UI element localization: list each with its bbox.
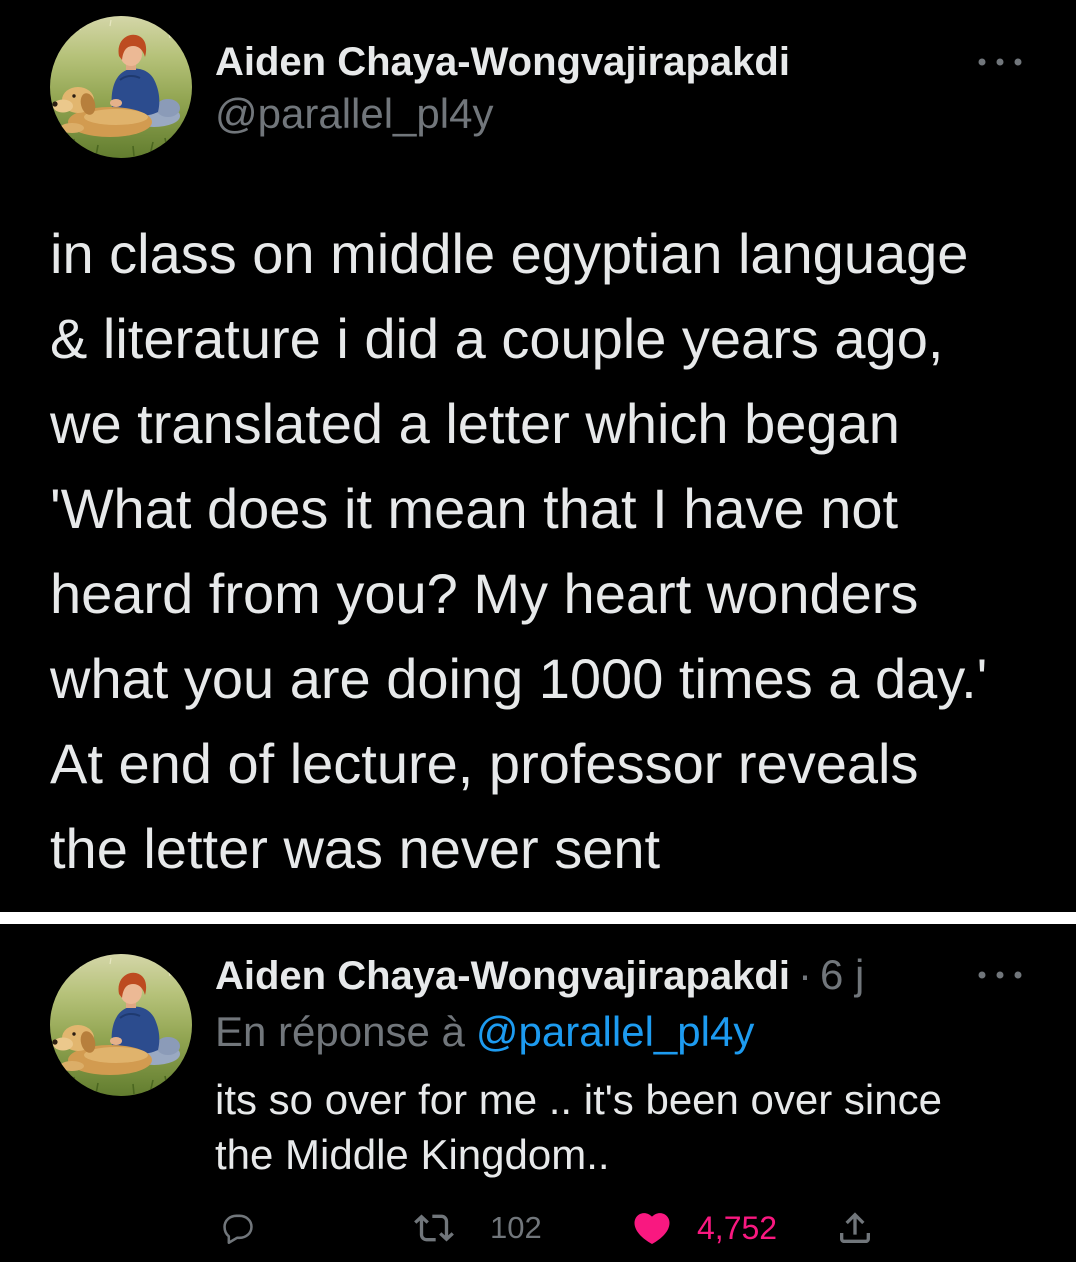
reply-text-line: its so over for me .. it's been over sin… [215,1076,942,1123]
tweet-text: in class on middle egyptian language & l… [50,211,987,891]
avatar[interactable] [50,954,192,1096]
tweet-text-line: in class on middle egyptian language [50,222,969,285]
retweet-icon [414,1214,454,1242]
replying-to: En réponse à @parallel_pl4y [215,1008,754,1056]
tweet-text-line: & literature i did a couple years ago, [50,307,944,370]
reply-tweet: Aiden Chaya-Wongvajirapakdi · 6 j En rép… [0,924,1076,1262]
tweet-text-line: At end of lecture, professor reveals [50,732,919,795]
retweet-button[interactable]: 102 [414,1208,542,1248]
replying-to-label: En réponse à [215,1008,465,1055]
timestamp[interactable]: 6 j [820,951,864,999]
more-options-button[interactable] [976,56,1024,68]
share-button[interactable] [835,1208,875,1248]
avatar-photo [52,19,182,157]
like-button[interactable]: 4,752 [631,1207,777,1249]
separator-dot: · [797,951,812,998]
tweet-text-line: heard from you? My heart wonders [50,562,919,625]
reply-text-line: the Middle Kingdom.. [215,1131,610,1178]
more-options-button[interactable] [976,969,1024,981]
author-name[interactable]: Aiden Chaya-Wongvajirapakdi [215,38,790,86]
tweet-text-line: 'What does it mean that I have not [50,477,899,540]
author-handle[interactable]: @parallel_pl4y [215,90,493,138]
divider [0,912,1076,924]
heart-icon [634,1213,670,1245]
screen: Aiden Chaya-Wongvajirapakdi @parallel_pl… [0,0,1076,1262]
reply-icon [223,1214,253,1244]
retweet-count: 102 [490,1210,542,1245]
avatar-photo [52,957,182,1095]
tweet-text-line: the letter was never sent [50,817,661,880]
tweet-text-line: we translated a letter which began [50,392,900,455]
more-icon [978,58,1022,66]
avatar[interactable] [50,16,192,158]
tweet: Aiden Chaya-Wongvajirapakdi @parallel_pl… [0,0,1076,912]
share-icon [840,1212,870,1243]
reply-button[interactable] [219,1209,257,1247]
reply-header: Aiden Chaya-Wongvajirapakdi · 6 j [215,951,864,999]
author-name[interactable]: Aiden Chaya-Wongvajirapakdi [215,952,790,1000]
replying-to-handle-link[interactable]: @parallel_pl4y [476,1008,754,1056]
tweet-text-line: what you are doing 1000 times a day.' [50,647,988,710]
more-icon [978,971,1022,979]
like-count: 4,752 [697,1210,778,1246]
reply-text: its so over for me .. it's been over sin… [215,1072,942,1182]
